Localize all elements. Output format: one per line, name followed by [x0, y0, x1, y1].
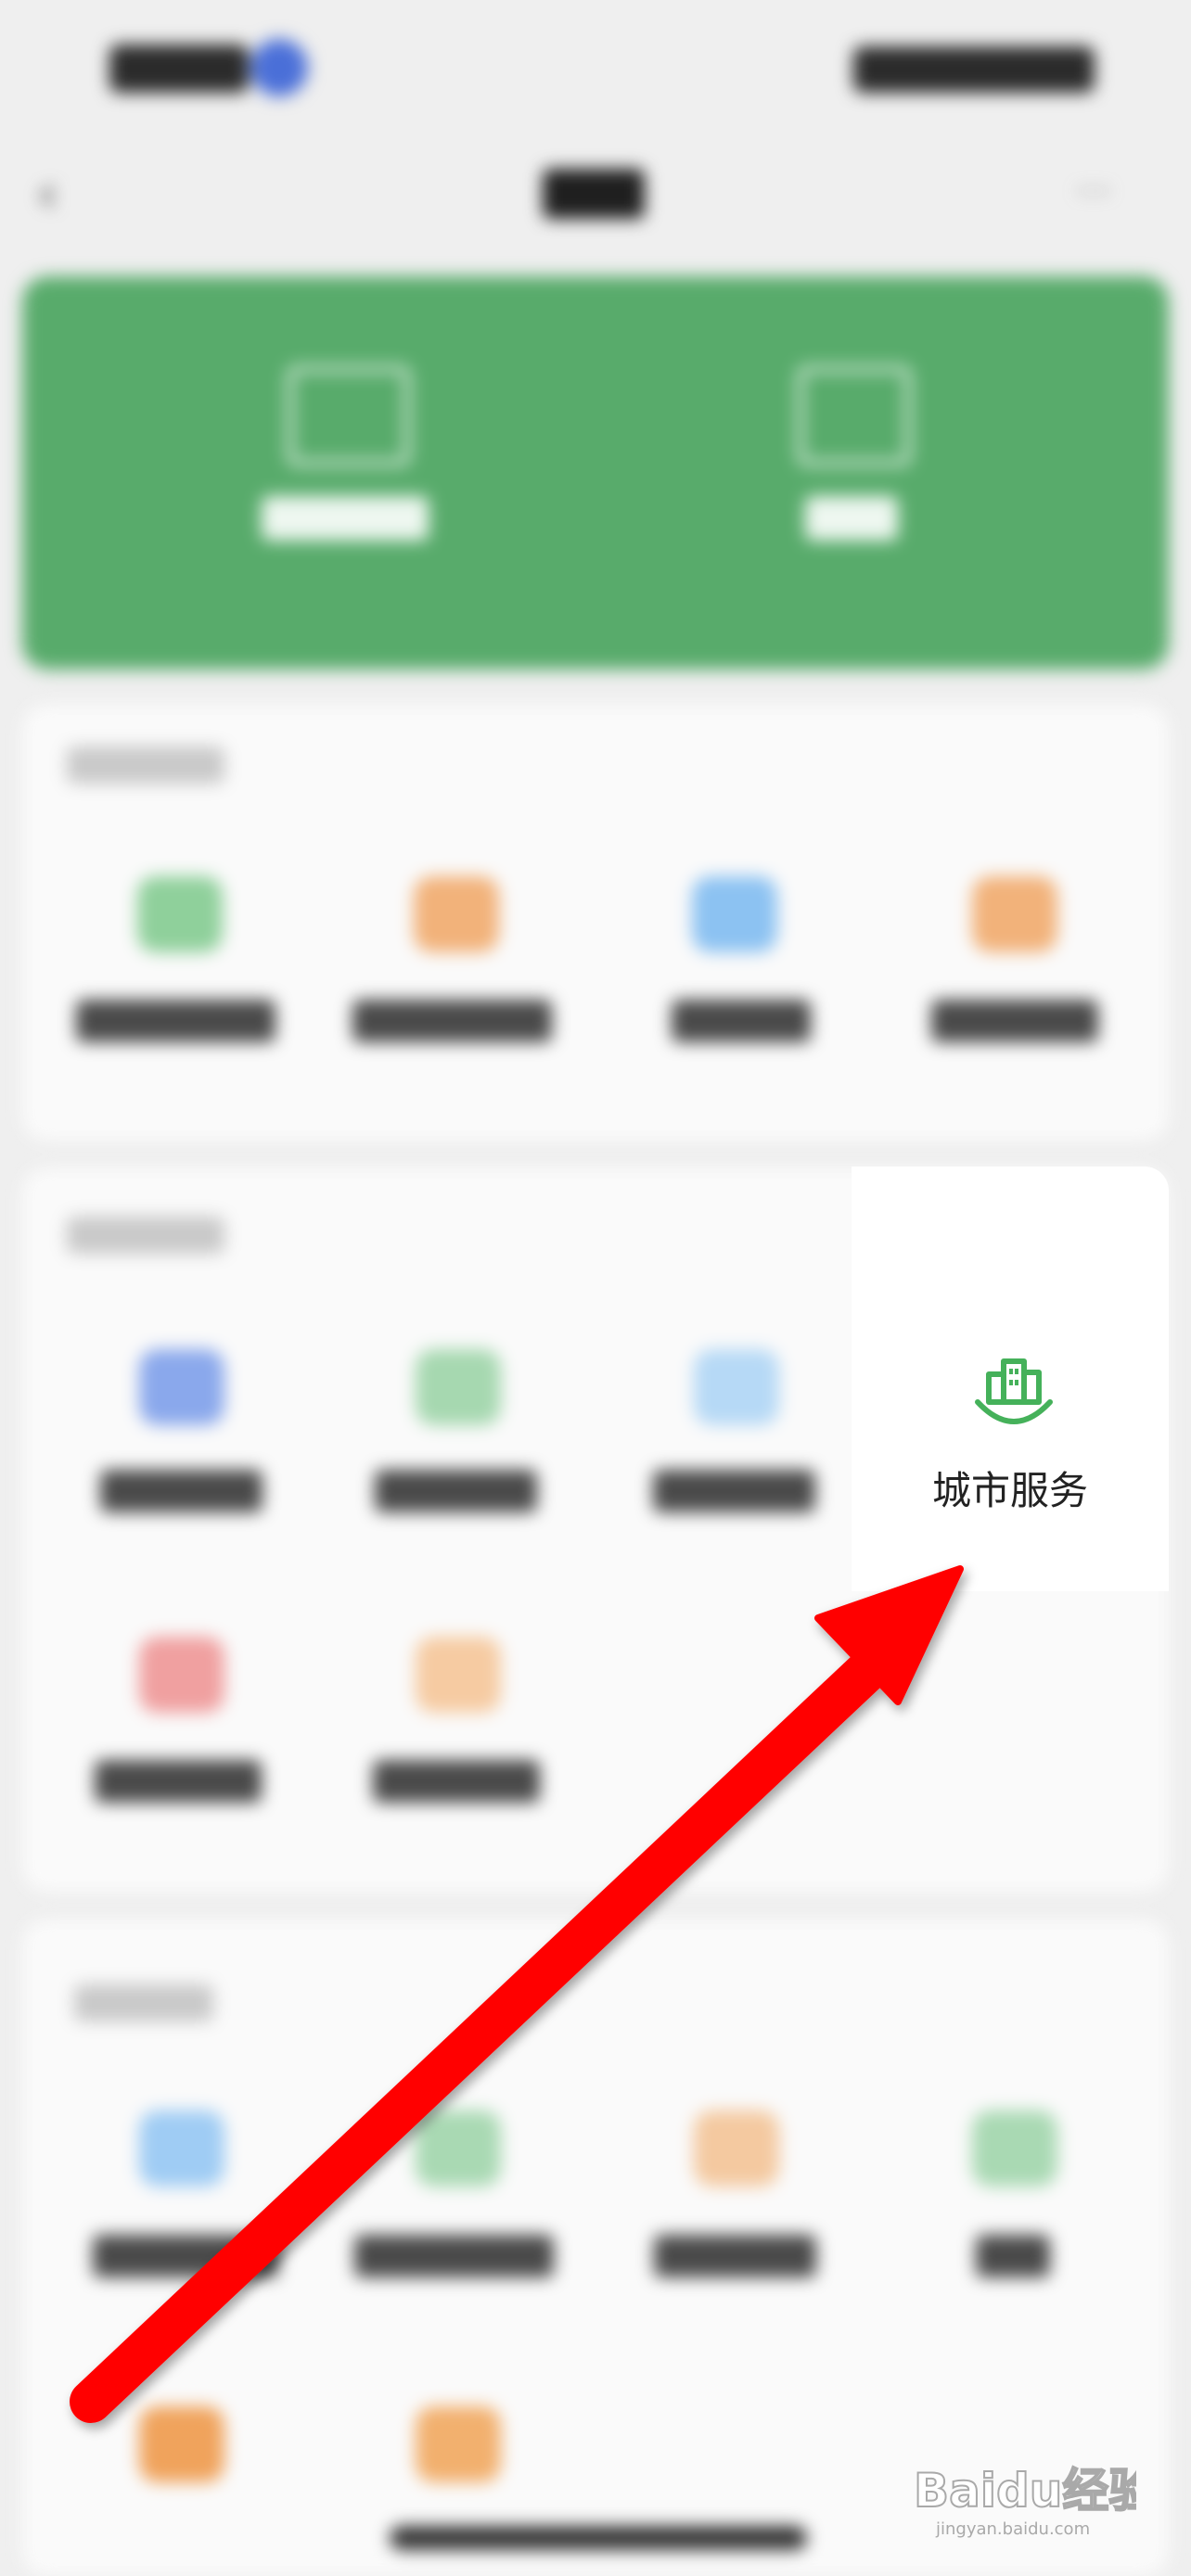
grid-item-icon[interactable]	[694, 2111, 779, 2187]
banner-scan-icon[interactable]	[288, 366, 410, 465]
status-bar-right-icons	[853, 46, 1095, 93]
grid-item-label	[354, 2235, 554, 2277]
grid-item-icon[interactable]	[139, 2406, 224, 2482]
grid-item-icon[interactable]	[416, 2406, 501, 2482]
city-buildings-icon[interactable]	[970, 1356, 1057, 1432]
watermark-brand: Baidu经验	[914, 2464, 1136, 2518]
home-indicator	[390, 2526, 807, 2550]
status-indicator-dot	[250, 39, 308, 96]
watermark-sub: jingyan.baidu.com	[935, 2519, 1090, 2538]
green-banner	[22, 276, 1169, 670]
grid-item-label	[76, 1000, 275, 1042]
grid-item-icon[interactable]	[692, 876, 777, 952]
page-title	[543, 169, 645, 219]
grid-item-label	[373, 1760, 540, 1803]
grid-item-icon[interactable]	[416, 1637, 501, 1713]
banner-card-icon[interactable]	[798, 366, 911, 465]
grid-item-label	[976, 2235, 1050, 2277]
grid-item-icon[interactable]	[139, 2111, 224, 2187]
grid-item-label	[653, 1470, 815, 1512]
grid-item-label	[931, 1000, 1098, 1042]
baidu-jingyan-watermark: Baidu经验 jingyan.baidu.com	[913, 2453, 1156, 2539]
grid-item-label	[93, 2235, 278, 2277]
grid-item-icon[interactable]	[416, 2111, 501, 2187]
status-time	[109, 45, 249, 93]
grid-item-label	[654, 2235, 816, 2277]
grid-item-label	[100, 1470, 263, 1512]
grid-item-icon[interactable]	[694, 1349, 779, 1425]
grid-item-label	[672, 1000, 811, 1042]
section-heading-3	[74, 1984, 213, 2021]
grid-item-icon[interactable]	[416, 1349, 501, 1425]
grid-item-icon[interactable]	[137, 876, 223, 952]
grid-item-label	[352, 1000, 552, 1042]
banner-label-2	[805, 496, 898, 541]
grid-item-icon[interactable]	[972, 2111, 1057, 2187]
grid-item-label	[375, 1470, 537, 1512]
back-icon[interactable]: ‹	[37, 167, 74, 223]
banner-label-1	[262, 496, 429, 541]
grid-item-icon[interactable]	[972, 876, 1057, 952]
section-heading-2	[67, 1217, 224, 1254]
more-icon[interactable]: ···	[1076, 173, 1150, 210]
grid-item-icon[interactable]	[139, 1637, 224, 1713]
city-service-label: 城市服务	[931, 1468, 1088, 1513]
section-heading-1	[67, 746, 224, 784]
grid-item-icon[interactable]	[139, 1349, 224, 1425]
grid-item-icon[interactable]	[414, 876, 499, 952]
grid-item-label	[95, 1760, 262, 1803]
